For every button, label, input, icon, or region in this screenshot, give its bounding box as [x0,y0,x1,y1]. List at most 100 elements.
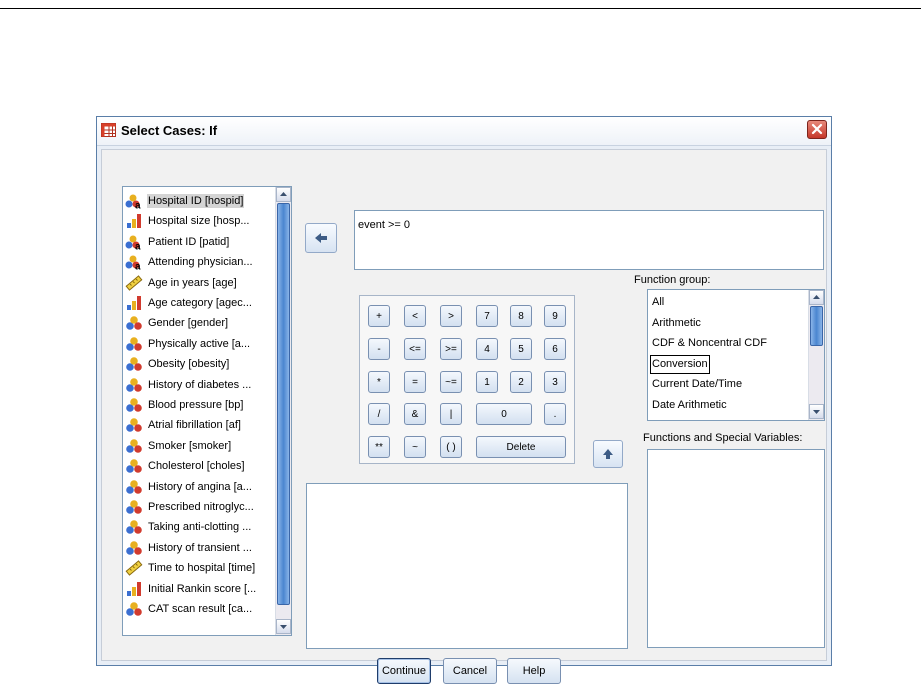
key-greater-than[interactable]: > [440,305,462,327]
key-decimal[interactable]: . [544,403,566,425]
variable-label: Patient ID [patid] [148,235,230,248]
variable-list-item[interactable]: History of diabetes ... [125,375,273,395]
key-parentheses[interactable]: ( ) [440,436,462,458]
help-button[interactable]: Help [507,658,561,684]
nominal-variable-icon [126,602,142,616]
variable-list[interactable]: a Hospital ID [hospid] Hospital size [hosp… [122,186,292,636]
variable-label: Hospital size [hosp... [148,215,250,228]
close-icon [811,123,823,135]
scroll-down-button[interactable] [276,619,291,634]
ordinal-variable-icon [127,581,141,596]
key-divide[interactable]: / [368,403,390,425]
variable-list-item[interactable]: a Attending physician... [125,252,273,272]
variable-list-item[interactable]: Age in years [age] [125,273,273,293]
arrow-left-icon [315,233,327,243]
variable-list-item[interactable]: Age category [agec... [125,293,273,313]
key-9[interactable]: 9 [544,305,566,327]
key-7[interactable]: 7 [476,305,498,327]
key-and[interactable]: & [404,403,426,425]
calculator-keypad: + < >7 8 9 - <= >= 4 5 6 * = ~= 1 2 3 /& | 0. ** ~ ( ) Delete [359,295,575,464]
nominal-variable-icon [126,520,142,535]
variable-list-scrollbar[interactable] [275,187,291,635]
key-greater-equal[interactable]: >= [440,338,462,360]
variable-label: Prescribed nitroglyc... [148,501,254,513]
key-6[interactable]: 6 [544,338,566,360]
variable-list-item[interactable]: Initial Rankin score [... [125,579,273,599]
key-less-equal[interactable]: <= [404,338,426,360]
variable-list-item[interactable]: History of transient ... [125,538,273,558]
fg-scroll-down-button[interactable] [809,404,824,419]
function-group-item[interactable]: Date Creation [650,416,722,420]
key-less-than[interactable]: < [404,305,426,327]
key-not-equal[interactable]: ~= [440,371,462,393]
key-multiply[interactable]: * [368,371,390,393]
select-cases-if-dialog: Select Cases: If a Hospital ID [hospid] Ho… [96,116,832,684]
variable-list-item[interactable]: Physically active [a... [125,334,273,354]
key-minus[interactable]: - [368,338,390,360]
variable-label: Physically active [a... [148,337,251,350]
svg-text:a: a [135,241,141,250]
variable-list-item[interactable]: Prescribed nitroglyc... [125,497,273,517]
variable-list-item[interactable]: History of angina [a... [125,477,273,497]
numeric-expression-input[interactable]: event >= 0 [354,210,824,270]
fg-scroll-thumb[interactable] [810,306,823,346]
key-plus[interactable]: + [368,305,390,327]
nominal-variable-icon [126,398,142,412]
key-8[interactable]: 8 [510,305,532,327]
cancel-button[interactable]: Cancel [443,658,497,684]
key-1[interactable]: 1 [476,371,498,393]
svg-text:a: a [135,262,141,271]
move-variable-to-expression-button[interactable] [305,223,337,253]
variable-list-item[interactable]: Blood pressure [bp] [125,395,273,415]
variable-list-item[interactable]: Time to hospital [time] [125,558,273,578]
variable-label: Blood pressure [bp] [148,399,244,411]
variable-list-item[interactable]: Gender [gender] [125,313,273,333]
key-equals[interactable]: = [404,371,426,393]
data-grid-icon [101,123,116,137]
function-group-item[interactable]: Arithmetic [650,314,703,333]
move-function-up-button[interactable] [593,440,623,468]
nominal-string-variable-icon: a [125,194,141,209]
scroll-up-button[interactable] [276,187,291,202]
variable-list-item[interactable]: a Patient ID [patid] [125,232,273,252]
fg-scroll-up-button[interactable] [809,290,824,305]
function-group-scrollbar[interactable] [808,290,824,420]
function-group-item[interactable]: Current Date/Time [650,375,744,394]
function-group-list[interactable]: All Arithmetic CDF & Noncentral CDF Convers… [647,289,825,421]
variable-list-item[interactable]: CAT scan result [ca... [125,599,273,619]
key-5[interactable]: 5 [510,338,532,360]
variable-label: History of angina [a... [148,480,252,493]
nominal-variable-icon [126,540,142,555]
key-or[interactable]: | [440,403,462,425]
key-2[interactable]: 2 [510,371,532,393]
variable-list-item[interactable]: Atrial fibrillation [af] [125,415,273,435]
variable-label: History of diabetes ... [148,378,252,391]
scroll-thumb[interactable] [277,203,290,605]
key-not[interactable]: ~ [404,436,426,458]
function-group-label: Function group: [634,274,711,286]
function-group-item[interactable]: CDF & Noncentral CDF [650,334,769,353]
key-3[interactable]: 3 [544,371,566,393]
variable-label: Initial Rankin score [... [148,582,257,595]
variable-label: Attending physician... [148,256,253,269]
key-0[interactable]: 0 [476,403,532,425]
variable-list-item[interactable]: Hospital size [hosp... [125,211,273,231]
function-group-item[interactable]: All [650,293,666,312]
variable-list-item[interactable]: Obesity [obesity] [125,354,273,374]
function-group-item[interactable]: Conversion [650,354,710,374]
key-delete[interactable]: Delete [476,436,566,458]
variable-list-item[interactable]: a Hospital ID [hospid] [125,191,273,211]
functions-special-variables-list[interactable] [647,449,825,648]
variable-list-item[interactable]: Smoker [smoker] [125,436,273,456]
close-button[interactable] [807,120,827,139]
variable-list-item[interactable]: Cholesterol [choles] [125,456,273,476]
nominal-variable-icon [126,357,142,371]
variable-list-item[interactable]: Taking anti-clotting ... [125,517,273,537]
continue-button[interactable]: Continue [377,658,431,684]
key-power[interactable]: ** [368,436,390,458]
variable-label: Obesity [obesity] [148,358,230,371]
function-group-item[interactable]: Date Arithmetic [650,396,729,415]
arrow-up-icon [603,449,613,459]
key-4[interactable]: 4 [476,338,498,360]
nominal-variable-icon [126,377,142,392]
